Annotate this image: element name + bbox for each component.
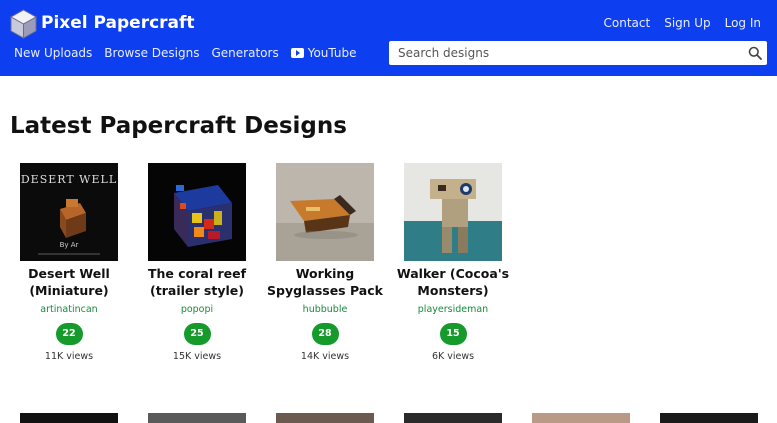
card-author[interactable]: playersideman [389,303,517,317]
card-title[interactable]: Desert Well (Miniature) [5,265,133,299]
design-card[interactable]: DESERT WELL By Ar Desert Well (Miniature… [5,163,133,364]
views-count: 6K views [431,351,475,362]
views-count: 11K views [44,351,94,362]
log-in-link[interactable]: Log In [725,14,761,32]
desert-well-image: DESERT WELL By Ar [20,163,118,261]
main-nav: New Uploads Browse Designs Generators Yo… [14,44,357,62]
likes-badge: 28 [311,323,339,345]
youtube-icon [290,48,304,58]
design-thumbnail[interactable] [404,413,502,423]
nav-new-uploads[interactable]: New Uploads [14,44,92,62]
design-thumbnail[interactable] [148,163,246,261]
auth-links: Contact Sign Up Log In [604,14,761,32]
card-title[interactable]: The coral reef (trailer style) [133,265,261,299]
card-author[interactable]: hubbuble [261,303,389,317]
design-thumbnail[interactable] [20,413,118,423]
card-author[interactable]: artinatincan [5,303,133,317]
coral-reef-image [148,163,246,261]
sign-up-link[interactable]: Sign Up [664,14,710,32]
card-title[interactable]: Working Spyglasses Pack [261,265,389,299]
design-thumbnail[interactable] [148,413,246,423]
walker-image [404,163,502,261]
card-title[interactable]: Walker (Cocoa's Monsters) [389,265,517,299]
likes-badge: 15 [439,323,467,345]
design-thumbnail[interactable] [276,413,374,423]
search-icon[interactable] [748,46,762,60]
design-thumbnail[interactable]: DESERT WELL By Ar [20,163,118,261]
card-author[interactable]: popopi [133,303,261,317]
nav-browse-designs[interactable]: Browse Designs [104,44,199,62]
design-thumbnail[interactable] [660,413,758,423]
design-card[interactable]: The coral reef (trailer style) popopi 25… [133,163,261,364]
design-thumbnail[interactable] [404,163,502,261]
views-count: 15K views [172,351,222,362]
nav-generators[interactable]: Generators [212,44,279,62]
page-title: Latest Papercraft Designs [10,113,347,139]
contact-link[interactable]: Contact [604,14,651,32]
nav-youtube[interactable]: YouTube [290,44,357,62]
svg-text:DESERT WELL: DESERT WELL [21,173,117,186]
spyglasses-image [276,163,374,261]
design-card[interactable]: Walker (Cocoa's Monsters) playersideman … [389,163,517,364]
cube-logo-icon[interactable] [10,9,37,39]
svg-text:By Ar: By Ar [60,241,79,249]
site-brand[interactable]: Pixel Papercraft [41,11,195,35]
site-header: Pixel Papercraft Contact Sign Up Log In … [0,0,777,76]
design-thumbnail[interactable] [276,163,374,261]
likes-badge: 25 [183,323,211,345]
views-count: 14K views [300,351,350,362]
search-input[interactable] [389,41,739,65]
design-card[interactable]: Working Spyglasses Pack hubbuble 28 14K … [261,163,389,364]
search-bar [389,41,767,65]
likes-badge: 22 [55,323,83,345]
design-thumbnail[interactable] [532,413,630,423]
nav-youtube-label: YouTube [307,46,357,60]
